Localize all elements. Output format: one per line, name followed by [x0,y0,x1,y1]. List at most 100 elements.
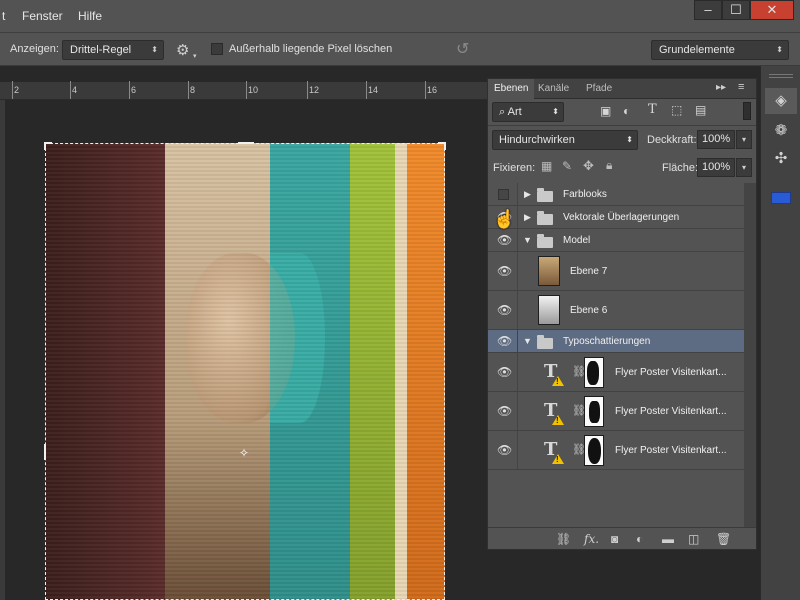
menu-item-window[interactable]: Fenster [22,9,63,23]
folder-icon [537,188,553,202]
folder-open-icon [537,335,553,349]
visibility-cell[interactable]: 👁︎ [488,330,518,352]
layer-mask-thumbnail[interactable] [584,396,604,427]
layer-row-selected[interactable]: 👁︎ ▼ Typoschattierungen [488,330,744,353]
close-button[interactable]: ✕ [750,0,794,20]
lock-transparency-icon[interactable]: ▦ [541,159,552,173]
dock-paths-icon[interactable]: ✣ [765,146,797,172]
ruler-tick [366,81,367,99]
eye-icon[interactable]: 👁︎ [497,405,512,417]
eye-icon[interactable]: 👁︎ [497,335,512,347]
collapse-arrow-icon[interactable]: ▼ [523,336,532,346]
ruler-tick [425,81,426,99]
eye-icon[interactable]: 👁︎ [497,265,512,277]
dock-layers-icon[interactable]: ◈ [765,88,797,114]
warning-icon [552,415,564,425]
panel-menu-icon[interactable]: ≡ [738,81,744,93]
layer-row[interactable]: 👁︎ ▼ Model [488,229,744,252]
blend-mode-select[interactable]: Hindurchwirken ⬍ [492,130,638,150]
filter-type-select[interactable]: ⌕ Art ⬍ [492,102,564,122]
mask-shape [588,438,601,464]
visibility-off-box[interactable] [498,189,509,200]
fill-dropdown-icon[interactable]: ▾ [736,158,752,177]
filter-type-value: Art [507,106,522,118]
layer-row[interactable]: 👁︎ ▶ Vektorale Überlagerungen [488,206,744,229]
dock-grip[interactable] [769,74,793,78]
eye-icon[interactable]: 👁︎ [497,304,512,316]
layer-row[interactable]: 👁︎ T ⛓ Flyer Poster Visitenkart... [488,431,744,470]
collapse-arrow-icon[interactable]: ▼ [523,235,532,245]
layer-mask-thumbnail[interactable] [584,357,604,388]
show-label: Anzeigen: [10,43,59,55]
workspace-select[interactable]: Grundelemente ⬍ [651,40,789,60]
lock-brush-icon[interactable]: ✎ [562,159,572,173]
visibility-cell[interactable]: 👁︎ [488,291,518,329]
ruler-tick [12,81,13,99]
lock-move-icon[interactable]: ✥ [583,158,594,174]
tab-paths[interactable]: Pfade [580,79,618,99]
warning-icon [552,454,564,464]
layer-name: Ebene 7 [570,266,608,277]
layer-row[interactable]: 👁︎ Ebene 6 [488,291,744,330]
trash-icon[interactable]: 🗑︎ [716,532,731,546]
expand-arrow-icon[interactable]: ▶ [524,212,531,223]
expand-arrow-icon[interactable]: ▶ [524,189,531,200]
right-dock: ◈ ❁ ✣ [760,66,800,600]
pixel-filter-icon[interactable]: ▣ [600,104,611,118]
gear-icon[interactable]: ⚙ [176,41,189,59]
options-bar: Anzeigen: Drittel-Regel ⬍ ⚙ ▾ Außerhalb … [0,32,800,66]
eye-icon[interactable]: 👁︎ [497,366,512,378]
add-mask-icon[interactable]: ◙ [611,532,618,546]
minimize-button[interactable]: – [694,0,722,20]
layers-scrollbar[interactable] [744,183,756,529]
layer-mask-thumbnail[interactable] [584,435,604,466]
type-filter-icon[interactable]: T [648,102,657,117]
panel-tabs: Ebenen Kanäle Pfade ▸▸ ≡ [488,79,756,99]
new-layer-icon[interactable]: ◫ [688,532,699,546]
dock-channels-icon[interactable]: ❁ [765,118,797,144]
menu-item-partial[interactable]: t [2,9,5,23]
layer-name: Ebene 6 [570,305,608,316]
layers-list: ▶ Farblooks 👁︎ ▶ Vektorale Überlagerunge… [488,183,744,529]
layer-row[interactable]: 👁︎ Ebene 7 [488,252,744,291]
layer-row[interactable]: ▶ Farblooks [488,183,744,206]
ruler-label: 6 [131,85,137,95]
opacity-dropdown-icon[interactable]: ▾ [736,130,752,149]
visibility-cell[interactable] [488,183,518,205]
visibility-cell[interactable]: 👁︎ [488,392,518,430]
shape-filter-icon[interactable]: ⬚ [671,103,682,117]
mask-shape [589,401,600,423]
tab-layers[interactable]: Ebenen [488,79,535,99]
reset-icon[interactable]: ↺ [456,39,469,59]
adjustment-filter-icon[interactable]: ◐ [623,104,630,118]
fx-icon[interactable]: fx. [584,532,599,546]
link-layers-icon[interactable]: ⛓ [556,532,571,546]
filter-toggle[interactable] [743,102,751,120]
layer-name: Model [563,235,591,246]
visibility-cell[interactable]: 👁︎ [488,431,518,469]
adjustment-layer-icon[interactable]: ◐ [636,532,643,546]
new-group-icon[interactable]: ▬ [662,532,674,546]
eye-icon[interactable]: 👁︎ [497,234,512,246]
fill-input[interactable]: 100% [697,158,735,177]
smartobject-filter-icon[interactable]: ▤ [695,103,706,117]
overlay-select[interactable]: Drittel-Regel ⬍ [62,40,164,60]
lock-all-icon[interactable]: 🔒︎ [606,158,612,173]
menu-item-help[interactable]: Hilfe [78,9,102,23]
tab-channels[interactable]: Kanäle [532,79,575,99]
visibility-cell[interactable]: 👁︎ [488,252,518,290]
collapse-icon[interactable]: ▸▸ [716,82,726,93]
blend-mode-value: Hindurchwirken [499,134,575,146]
layer-row[interactable]: 👁︎ T ⛓ Flyer Poster Visitenkart... [488,392,744,431]
delete-outside-checkbox[interactable] [211,43,223,55]
visibility-cell[interactable]: 👁︎ [488,353,518,391]
layer-row[interactable]: 👁︎ T ⛓ Flyer Poster Visitenkart... [488,353,744,392]
eye-icon[interactable]: 👁︎ [497,444,512,456]
opacity-input[interactable]: 100% [697,130,735,149]
maximize-button[interactable]: ☐ [722,0,750,20]
visibility-cell[interactable]: 👁︎ [488,229,518,251]
color-swatch[interactable] [771,192,791,204]
small-caret-icon[interactable]: ▾ [193,52,197,60]
menu-bar: t Fenster Hilfe – ☐ ✕ [0,0,800,32]
workspace-select-value: Grundelemente [659,44,735,56]
